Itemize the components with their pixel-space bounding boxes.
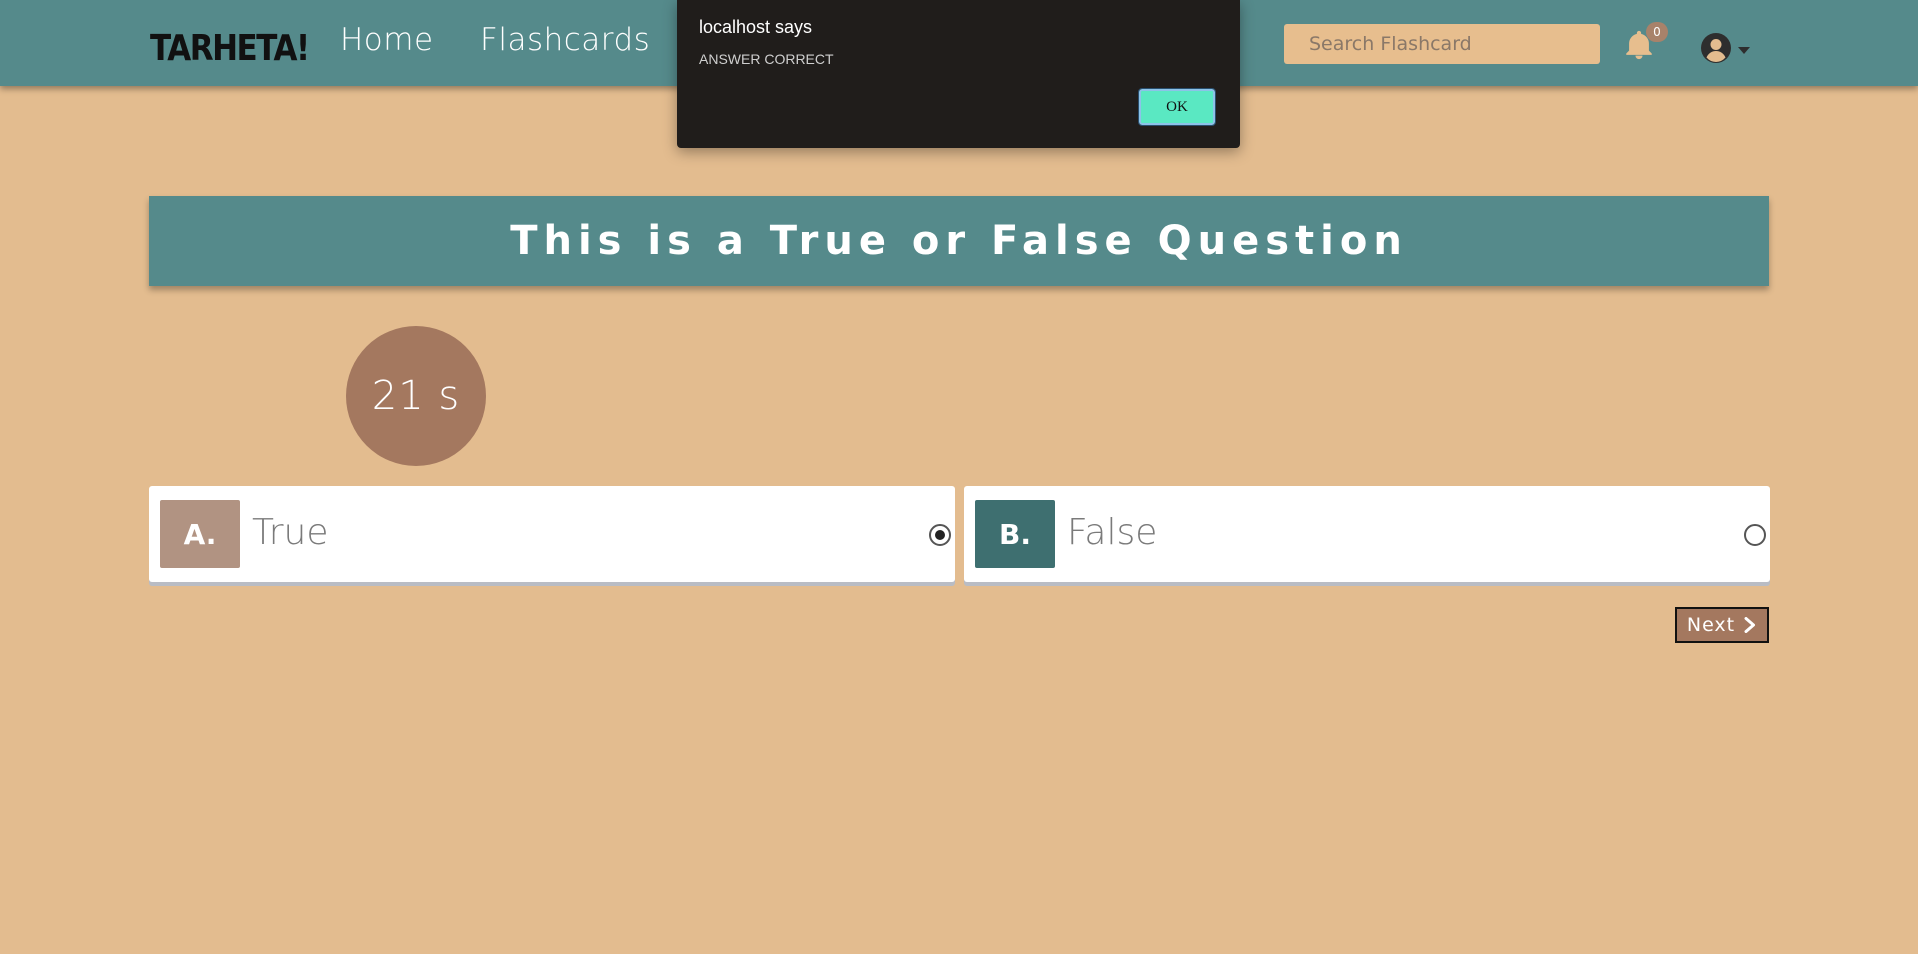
option-a[interactable]: A. True [149, 486, 955, 582]
timer: 21 s [346, 326, 486, 466]
option-a-radio[interactable] [929, 524, 951, 546]
question-text: This is a True or False Question [510, 218, 1408, 264]
search-input[interactable] [1284, 24, 1600, 64]
nav-flashcards-link[interactable]: Flashcards [480, 22, 650, 58]
option-a-letter: A. [160, 500, 240, 568]
caret-down-icon[interactable] [1738, 47, 1750, 54]
dialog-title: localhost says [699, 17, 813, 37]
notification-badge: 0 [1646, 22, 1668, 42]
option-b[interactable]: B. False [964, 486, 1770, 582]
chevron-right-icon [1744, 617, 1756, 633]
logo[interactable]: TARHETA! [150, 28, 310, 69]
option-b-letter: B. [975, 500, 1055, 568]
question-banner: This is a True or False Question [149, 196, 1769, 286]
nav-home-link[interactable]: Home [340, 22, 434, 58]
user-avatar-icon[interactable] [1700, 32, 1732, 64]
dialog-ok-button[interactable]: OK [1138, 88, 1216, 126]
option-b-text: False [1067, 512, 1158, 553]
dialog-message: ANSWER CORRECT [699, 51, 834, 67]
next-button[interactable]: Next [1675, 607, 1769, 643]
option-b-radio[interactable] [1744, 524, 1766, 546]
next-button-label: Next [1686, 614, 1736, 636]
option-a-text: True [252, 512, 329, 553]
alert-dialog: localhost says ANSWER CORRECT OK [677, 0, 1240, 148]
